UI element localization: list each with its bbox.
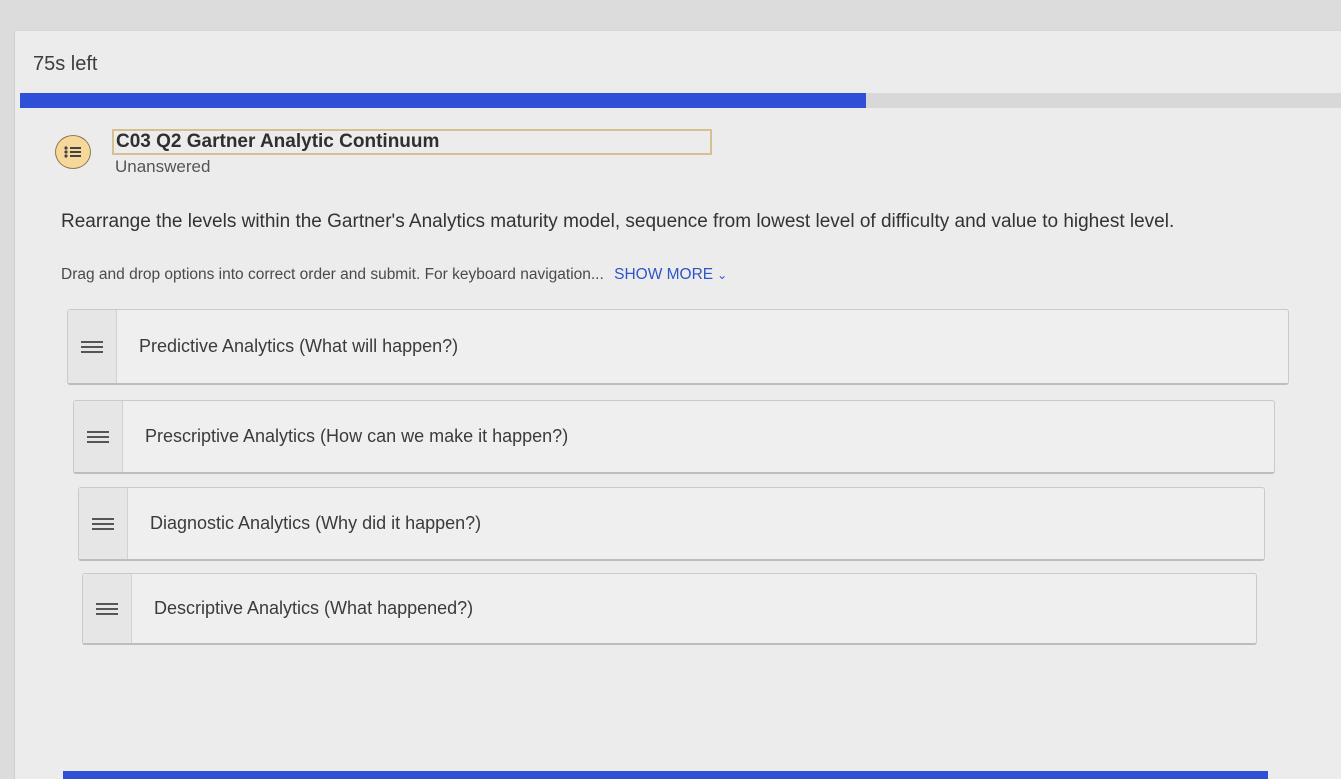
drag-handle-icon[interactable] bbox=[79, 488, 128, 559]
timer-text: 75s left bbox=[33, 53, 98, 75]
show-more-label: SHOW MORE bbox=[614, 266, 714, 283]
option-item[interactable]: Descriptive Analytics (What happened?) bbox=[82, 573, 1257, 645]
show-more-link[interactable]: SHOW MORE ⌄ bbox=[614, 266, 727, 283]
option-item[interactable]: Predictive Analytics (What will happen?) bbox=[67, 309, 1289, 385]
instructions-text: Drag and drop options into correct order… bbox=[61, 266, 604, 283]
quiz-page: 75s left C03 Q2 Gartner Analytic Continu… bbox=[14, 30, 1341, 779]
option-label: Predictive Analytics (What will happen?) bbox=[139, 336, 459, 356]
drag-handle-icon[interactable] bbox=[74, 401, 123, 472]
time-progress-fill bbox=[20, 93, 867, 108]
list-bubble-icon bbox=[55, 135, 91, 169]
option-label: Diagnostic Analytics (Why did it happen?… bbox=[150, 513, 482, 533]
option-label: Descriptive Analytics (What happened?) bbox=[154, 598, 474, 618]
question-title: C03 Q2 Gartner Analytic Continuum bbox=[112, 129, 712, 155]
drag-handle-icon[interactable] bbox=[83, 574, 132, 643]
option-label: Prescriptive Analytics (How can we make … bbox=[145, 426, 569, 446]
option-item[interactable]: Diagnostic Analytics (Why did it happen?… bbox=[78, 487, 1265, 561]
time-progress-bar bbox=[20, 93, 1341, 108]
question-status: Unanswered bbox=[115, 157, 211, 176]
option-item[interactable]: Prescriptive Analytics (How can we make … bbox=[73, 400, 1275, 474]
chevron-down-icon: ⌄ bbox=[717, 268, 728, 282]
drag-instructions: Drag and drop options into correct order… bbox=[61, 266, 727, 284]
question-prompt: Rearrange the levels within the Gartner'… bbox=[61, 211, 1175, 232]
drag-handle-icon[interactable] bbox=[68, 310, 117, 383]
